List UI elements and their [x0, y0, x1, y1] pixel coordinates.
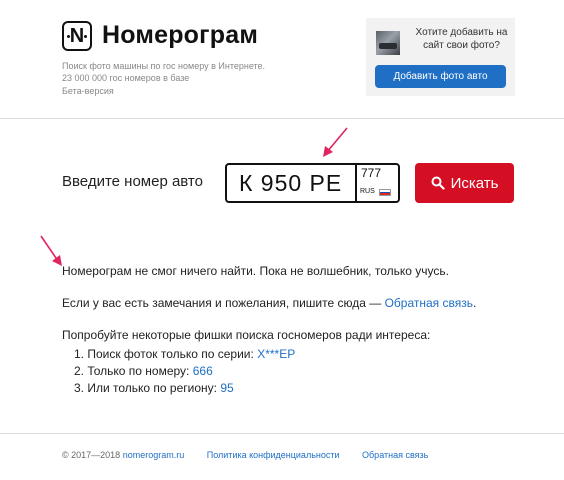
russia-flag-icon: [379, 189, 391, 196]
search-button-label: Искать: [450, 174, 499, 192]
tip-region-link[interactable]: 95: [220, 381, 233, 395]
tip-number-link[interactable]: 666: [193, 364, 213, 378]
annotation-arrow-icon: [323, 127, 348, 157]
tips-intro: Попробуйте некоторые фишки поиска госном…: [62, 328, 431, 342]
tagline: Поиск фото машины по гос номеру в Интерн…: [62, 61, 266, 71]
feedback-text: Если у вас есть замечания и пожелания, п…: [62, 296, 385, 310]
car-photo-thumbnail: [376, 31, 400, 55]
plate-number-input[interactable]: К 950 РЕ 777 RUS: [225, 163, 400, 203]
site-footer: © 2017—2018 nomerogram.ru Политика конфи…: [62, 450, 428, 460]
not-found-message: Номерограм не смог ничего найти. Пока не…: [62, 264, 449, 278]
brand-name[interactable]: Номерограм: [102, 21, 258, 50]
logo-dot-icon: [67, 35, 70, 38]
promo-text: Хотите добавить на сайт свои фото?: [415, 27, 508, 51]
plate-divider: [355, 165, 357, 201]
add-photo-button[interactable]: Добавить фото авто: [375, 65, 506, 88]
site-header: N Номерограм Поиск фото машины по гос но…: [0, 0, 564, 119]
feedback-link[interactable]: Обратная связь: [385, 296, 473, 310]
logo-dot-icon: [84, 35, 87, 38]
beta-label: Бета-версия: [62, 86, 114, 96]
tip-text: 2. Только по номеру:: [74, 364, 193, 378]
search-button[interactable]: Искать: [415, 163, 514, 203]
magnifier-icon: [431, 176, 445, 190]
feedback-end: .: [473, 296, 477, 310]
list-item: 2. Только по номеру: 666: [74, 363, 295, 380]
list-item: 1. Поиск фоток только по серии: Х***ЕР: [74, 346, 295, 363]
list-item: 3. Или только по региону: 95: [74, 380, 295, 397]
footer-feedback-link[interactable]: Обратная связь: [362, 450, 428, 460]
logo-letter: N: [69, 24, 85, 47]
logo-icon[interactable]: N: [62, 21, 92, 51]
tip-text: 1. Поиск фоток только по серии:: [74, 347, 258, 361]
add-photo-promo: Хотите добавить на сайт свои фото? Добав…: [366, 18, 515, 96]
site-link[interactable]: nomerogram.ru: [123, 450, 185, 460]
tip-text: 3. Или только по региону:: [74, 381, 221, 395]
copyright-text: © 2017—2018: [62, 450, 123, 460]
plate-region-value: 777: [361, 166, 382, 180]
search-label: Введите номер авто: [62, 173, 203, 190]
tip-series-link[interactable]: Х***ЕР: [257, 347, 295, 361]
plate-number-value: К 950 РЕ: [239, 170, 343, 196]
tips-list: 1. Поиск фоток только по серии: Х***ЕР 2…: [74, 346, 295, 397]
plate-country-label: RUS: [360, 188, 375, 195]
feedback-line: Если у вас есть замечания и пожелания, п…: [62, 296, 476, 310]
footer-divider: [0, 433, 564, 434]
base-count: 23 000 000 гос номеров в базе: [62, 73, 190, 83]
privacy-link[interactable]: Политика конфиденциальности: [207, 450, 340, 460]
